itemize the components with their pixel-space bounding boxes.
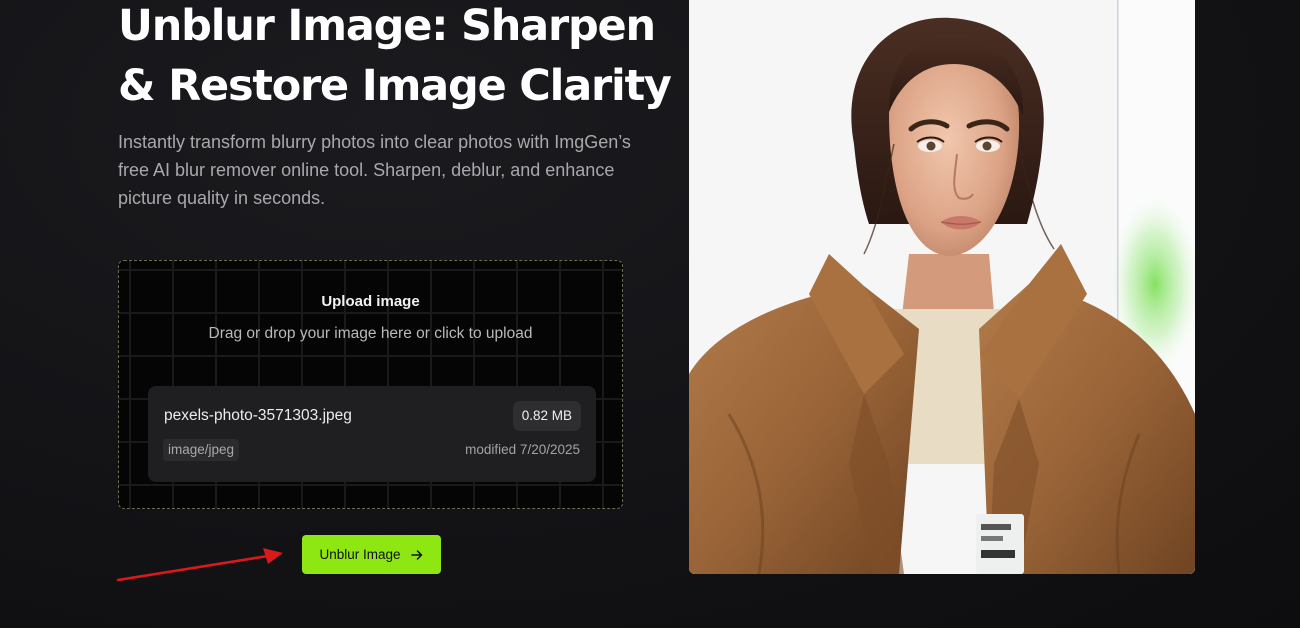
red-arrow-icon: [116, 548, 283, 582]
unblur-image-button[interactable]: Unblur Image: [302, 535, 441, 574]
upload-title: Upload image: [321, 293, 420, 310]
file-size-badge: 0.82 MB: [512, 401, 581, 431]
preview-image: [689, 0, 1195, 574]
upload-hint: Drag or drop your image here or click to…: [208, 325, 533, 342]
file-modified-date: modified 7/20/2025: [465, 442, 580, 457]
unblur-button-label: Unblur Image: [319, 547, 401, 562]
arrow-right-icon: [410, 548, 424, 562]
upload-dropzone[interactable]: Upload image Drag or drop your image her…: [118, 260, 623, 509]
file-name: pexels-photo-3571303.jpeg: [164, 407, 352, 424]
file-type-badge: image/jpeg: [163, 439, 240, 461]
page-title-line-2: & Restore Image Clarity: [118, 61, 672, 111]
uploaded-file-card: pexels-photo-3571303.jpeg 0.82 MB image/…: [148, 386, 596, 482]
page-title-line-1: Unblur Image: Sharpen: [118, 1, 656, 51]
page-title: Unblur Image: Sharpen & Restore Image Cl…: [118, 0, 678, 116]
portrait-photo: [689, 0, 1195, 574]
page-subtitle: Instantly transform blurry photos into c…: [118, 132, 631, 208]
